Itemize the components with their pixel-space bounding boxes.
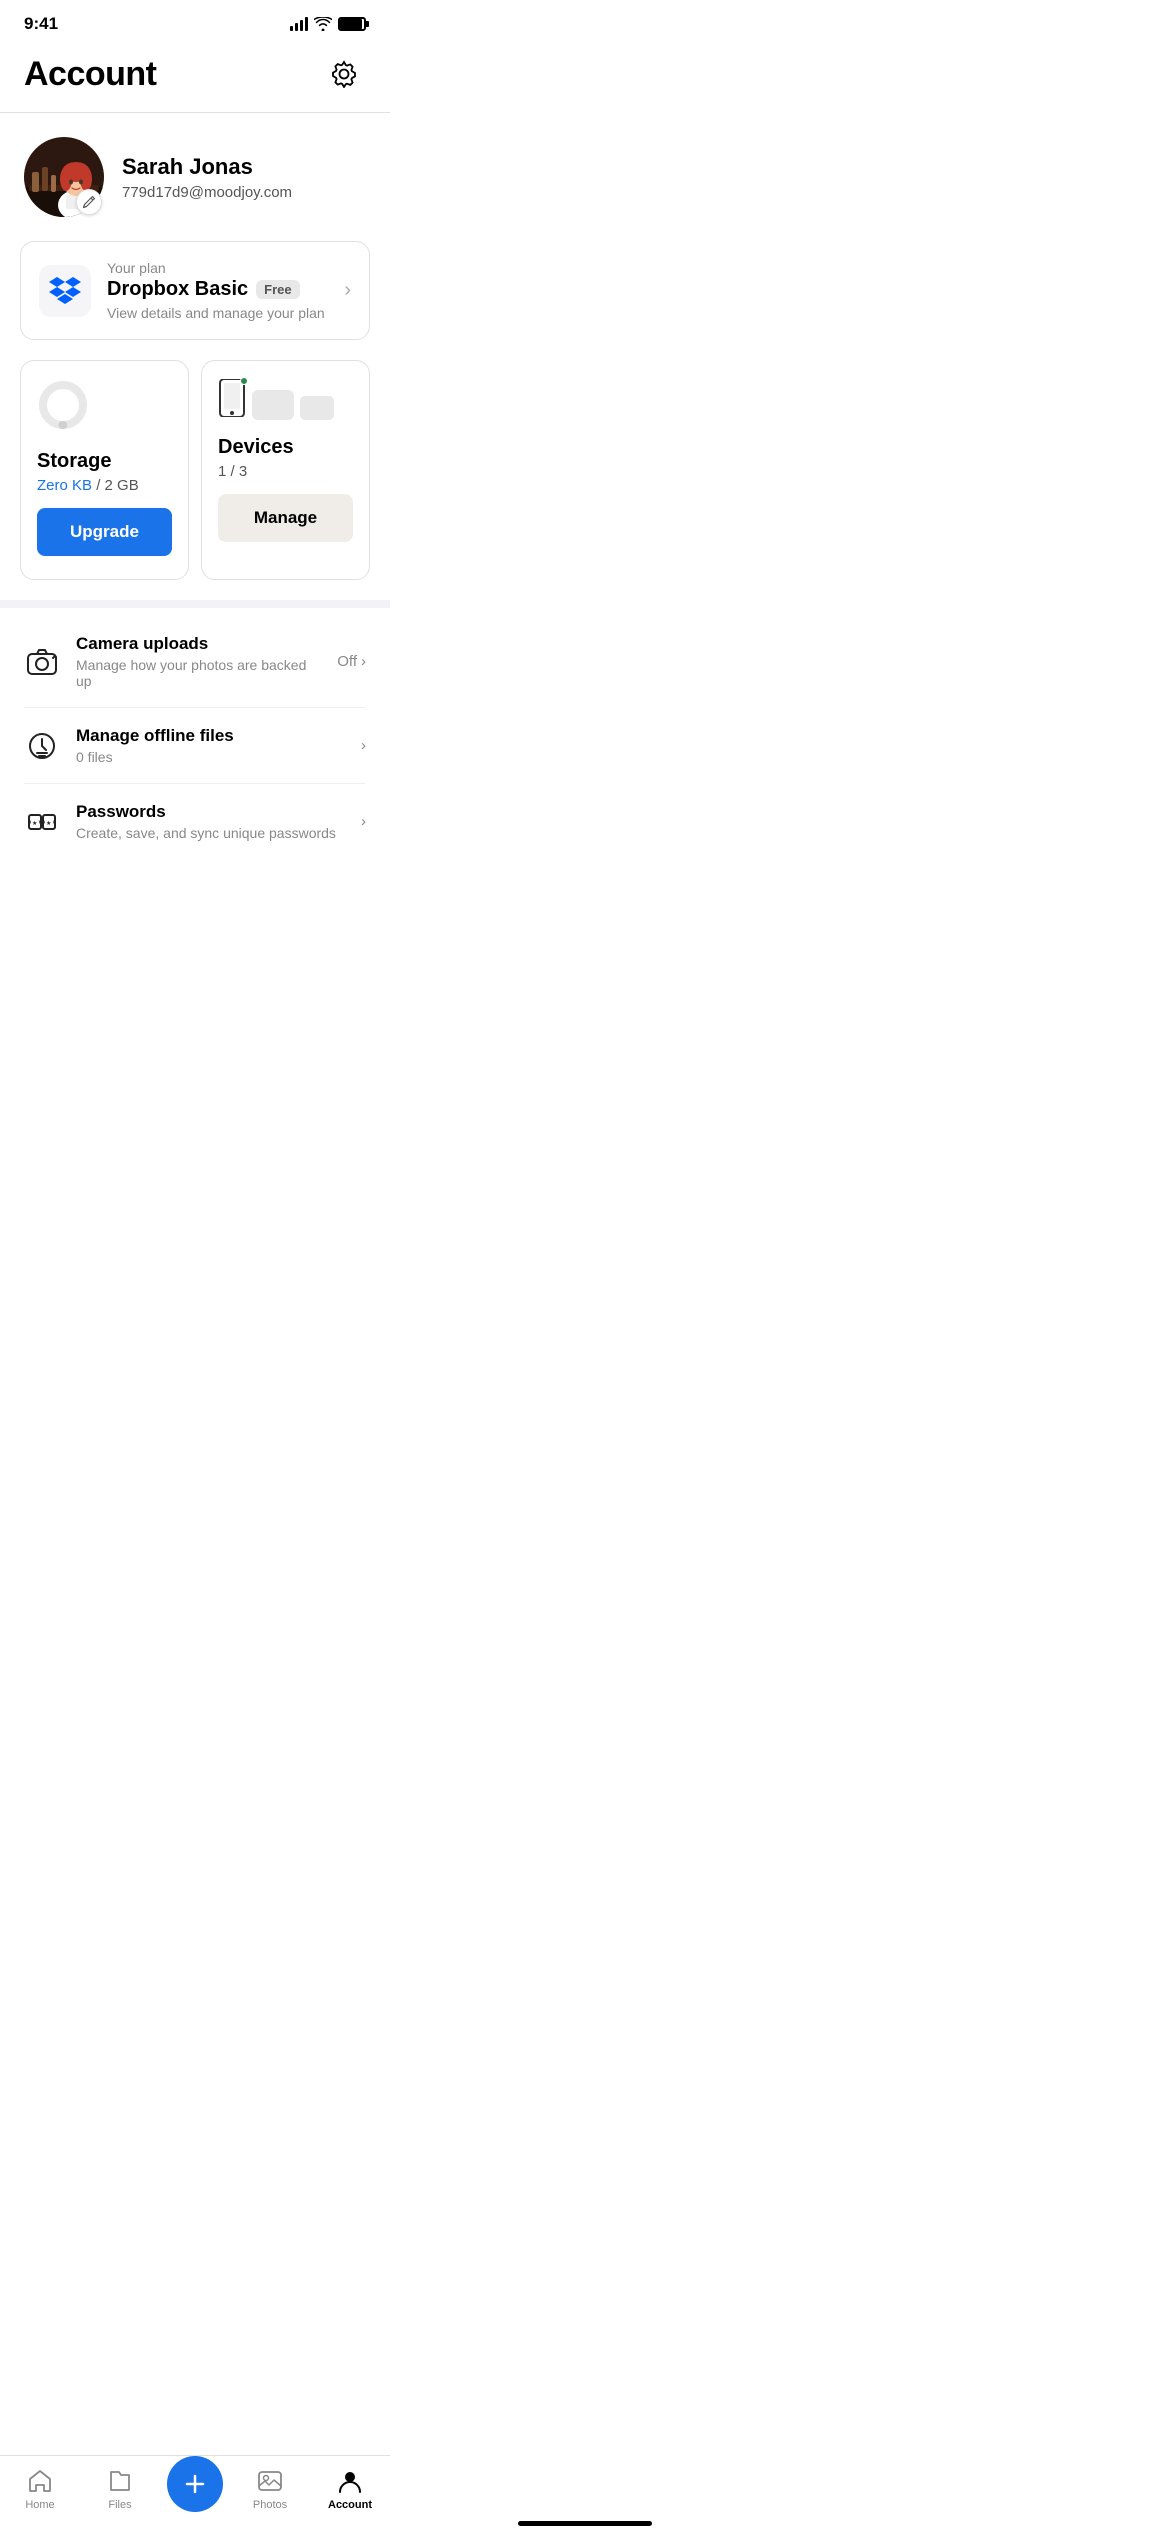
menu-list: Camera uploads Manage how your photos ar… [0, 608, 390, 867]
status-icons [290, 17, 366, 31]
offline-files-title: Manage offline files [76, 726, 345, 746]
offline-files-desc: 0 files [76, 749, 345, 765]
profile-name: Sarah Jonas [122, 154, 292, 180]
profile-email: 779d17d9@moodjoy.com [122, 184, 292, 201]
storage-subtitle: Zero KB / 2 GB [37, 477, 172, 494]
plan-card[interactable]: Your plan Dropbox Basic Free View detail… [20, 241, 370, 340]
offline-files-item[interactable]: Manage offline files 0 files › [24, 708, 366, 784]
nav-add[interactable] [160, 2466, 230, 2512]
signal-icon [290, 17, 308, 31]
devices-icons [218, 379, 353, 422]
storage-total: 2 GB [105, 477, 139, 494]
profile-info: Sarah Jonas 779d17d9@moodjoy.com [122, 154, 292, 201]
nav-files-label: Files [108, 2499, 131, 2511]
your-plan-label: Your plan [107, 260, 328, 276]
storage-divider: / [96, 477, 104, 494]
camera-uploads-status: Off [337, 653, 357, 670]
camera-uploads-content: Camera uploads Manage how your photos ar… [76, 634, 321, 689]
passwords-content: Passwords Create, save, and sync unique … [76, 802, 345, 841]
passwords-icon: ★ ★ [24, 804, 60, 840]
camera-uploads-desc: Manage how your photos are backed up [76, 657, 321, 689]
camera-uploads-right: Off › [337, 653, 366, 670]
devices-icon-area [218, 379, 353, 422]
nav-files[interactable]: Files [80, 2467, 160, 2511]
plan-name-row: Dropbox Basic Free [107, 278, 328, 301]
edit-avatar-button[interactable] [76, 189, 102, 215]
phone-device-icon [218, 379, 246, 422]
svg-text:★: ★ [32, 820, 37, 827]
page-title: Account [24, 55, 157, 94]
settings-button[interactable] [322, 52, 366, 96]
nav-home[interactable]: Home [0, 2467, 80, 2511]
bottom-nav: Home Files Photos [0, 2455, 390, 2532]
camera-uploads-title: Camera uploads [76, 634, 321, 654]
devices-sep: / [231, 463, 239, 480]
storage-card: Storage Zero KB / 2 GB Upgrade [20, 360, 189, 580]
nav-account[interactable]: Account [310, 2467, 390, 2511]
wifi-icon [314, 17, 332, 31]
upgrade-button[interactable]: Upgrade [37, 508, 172, 556]
gear-icon [330, 60, 358, 88]
pencil-icon [82, 195, 96, 209]
battery-icon [338, 17, 366, 31]
avatar-container [24, 137, 104, 217]
offline-files-icon [24, 728, 60, 764]
svg-text:★: ★ [46, 820, 51, 827]
storage-title: Storage [37, 450, 172, 473]
passwords-title: Passwords [76, 802, 345, 822]
offline-files-content: Manage offline files 0 files [76, 726, 345, 765]
status-bar: 9:41 [0, 0, 390, 42]
passwords-right: › [361, 813, 366, 830]
storage-icon-area [37, 379, 172, 436]
photos-icon [256, 2467, 284, 2495]
offline-files-right: › [361, 737, 366, 754]
dropbox-logo [39, 265, 91, 317]
status-time: 9:41 [24, 14, 58, 34]
camera-uploads-item[interactable]: Camera uploads Manage how your photos ar… [24, 616, 366, 708]
profile-section: Sarah Jonas 779d17d9@moodjoy.com [0, 113, 390, 237]
storage-used: Zero KB [37, 477, 92, 494]
passwords-chevron: › [361, 813, 366, 830]
section-divider [0, 600, 390, 608]
camera-icon [24, 644, 60, 680]
passwords-item[interactable]: ★ ★ Passwords Create, save, and sync uni… [24, 784, 366, 859]
plan-name: Dropbox Basic [107, 278, 248, 301]
plan-description: View details and manage your plan [107, 305, 328, 321]
active-device-dot [240, 377, 248, 385]
dropbox-icon [49, 277, 81, 305]
home-indicator [518, 2521, 652, 2526]
device-placeholder-1 [252, 390, 294, 420]
nav-account-label: Account [328, 2499, 372, 2511]
plus-icon [183, 2472, 207, 2496]
files-icon [106, 2467, 134, 2495]
device-placeholder-2 [300, 396, 334, 420]
devices-subtitle: 1 / 3 [218, 463, 353, 480]
nav-home-label: Home [25, 2499, 54, 2511]
passwords-desc: Create, save, and sync unique passwords [76, 825, 345, 841]
devices-title: Devices [218, 436, 353, 459]
devices-total: 3 [239, 463, 247, 480]
home-icon [26, 2467, 54, 2495]
plan-info: Your plan Dropbox Basic Free View detail… [107, 260, 328, 321]
storage-donut-chart [37, 379, 89, 431]
add-button[interactable] [167, 2456, 223, 2512]
nav-photos[interactable]: Photos [230, 2467, 310, 2511]
free-badge: Free [256, 280, 299, 299]
page-header: Account [0, 42, 390, 112]
camera-uploads-chevron: › [361, 653, 366, 670]
account-icon [336, 2467, 364, 2495]
offline-files-chevron: › [361, 737, 366, 754]
plan-chevron-icon: › [344, 279, 351, 302]
devices-card: Devices 1 / 3 Manage [201, 360, 370, 580]
cards-row: Storage Zero KB / 2 GB Upgrade [0, 360, 390, 600]
nav-photos-label: Photos [253, 2499, 287, 2511]
devices-used: 1 [218, 463, 226, 480]
manage-button[interactable]: Manage [218, 494, 353, 542]
